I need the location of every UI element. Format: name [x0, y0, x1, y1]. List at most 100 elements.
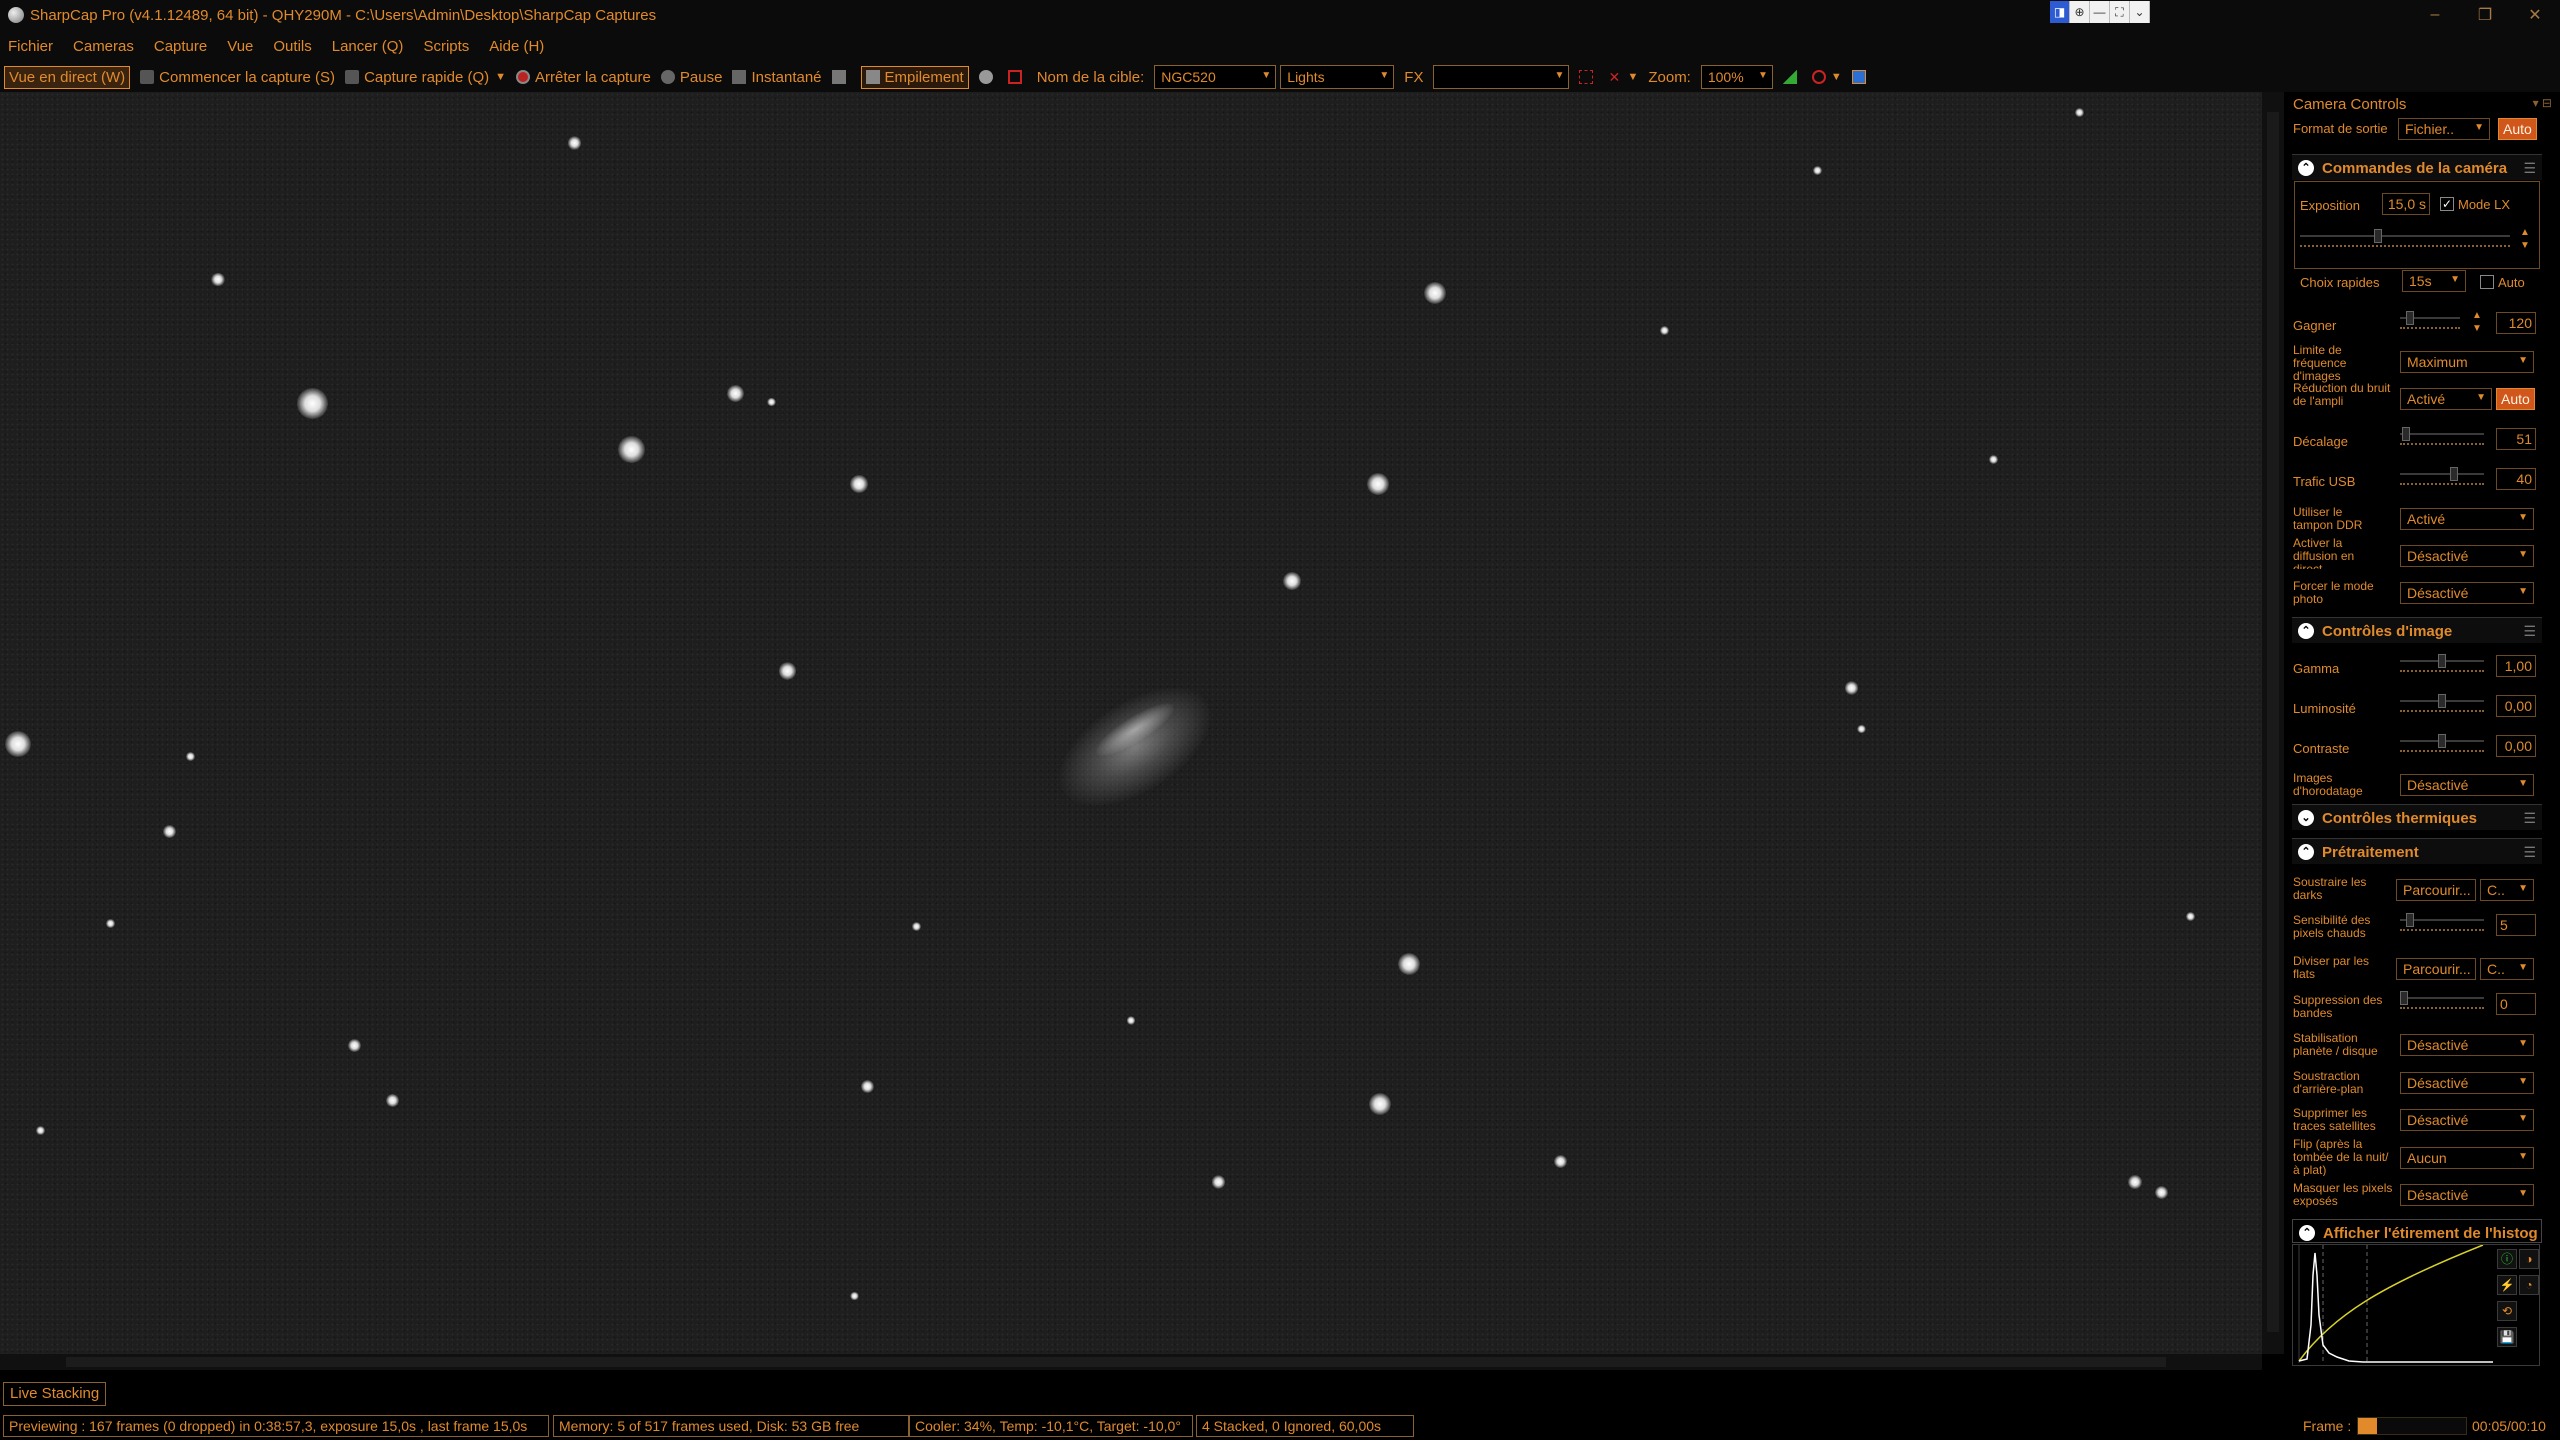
lightning-icon[interactable]: ⚡ — [2497, 1275, 2517, 1295]
horizontal-scroll-thumb[interactable] — [66, 1357, 2166, 1367]
collapse-icon[interactable]: ⌃ — [2298, 844, 2314, 860]
camera-controls-section[interactable]: ⌃ Commandes de la caméra ☰ — [2292, 154, 2542, 180]
hot-pixel-input[interactable]: 5 — [2496, 914, 2536, 936]
histogram-stretch-view[interactable]: ⓘ ◑ ⚡ ◔ ⟲ 💾 — [2292, 1244, 2540, 1366]
flip-select[interactable]: Aucun ▼ — [2400, 1147, 2534, 1169]
telescope-button[interactable] — [1851, 70, 1871, 84]
menu-outils[interactable]: Outils — [273, 38, 311, 55]
tray-fullscreen-icon[interactable]: ⛶ — [2110, 1, 2130, 23]
menu-scripts[interactable]: Scripts — [423, 38, 469, 55]
target-name-combo[interactable]: NGC520 ▼ — [1154, 65, 1277, 89]
flats-browse-button[interactable]: Parcourir... — [2396, 958, 2476, 980]
vertical-scroll-thumb[interactable] — [2267, 112, 2279, 1332]
darks-select[interactable]: C.. ▼ — [2480, 879, 2534, 901]
vertical-scrollbar[interactable] — [2262, 92, 2284, 1354]
crosshair-button[interactable]: ✕ ▼ — [1608, 70, 1638, 84]
exposure-slider[interactable] — [2300, 229, 2510, 247]
contrast-slider[interactable] — [2400, 734, 2484, 752]
start-capture-button[interactable]: Commencer la capture (S) — [140, 69, 335, 86]
output-format-auto-button[interactable]: Auto — [2498, 118, 2537, 140]
maximize-button[interactable]: ❐ — [2460, 0, 2510, 30]
tray-minimize-icon[interactable]: — — [2090, 1, 2110, 23]
info-icon[interactable]: ⓘ — [2497, 1249, 2517, 1269]
photo-mode-select[interactable]: Désactivé ▼ — [2400, 582, 2534, 604]
menu-cameras[interactable]: Cameras — [73, 38, 134, 55]
gamma-input[interactable]: 1,00 — [2496, 655, 2536, 677]
brightness-slider[interactable] — [2400, 694, 2484, 712]
horizontal-scrollbar[interactable] — [0, 1354, 2262, 1370]
satellite-trails-select[interactable]: Désactivé ▼ — [2400, 1109, 2534, 1131]
mask-pixels-select[interactable]: Désactivé ▼ — [2400, 1184, 2534, 1206]
brightness-input[interactable]: 0,00 — [2496, 695, 2536, 717]
histogram-section[interactable]: ⌃ Afficher l'étirement de l'histogr — [2292, 1219, 2542, 1243]
tray-globe-icon[interactable]: ⊕ — [2070, 1, 2090, 23]
histogram-toggle-button[interactable] — [1782, 70, 1802, 84]
save-icon[interactable]: 💾 — [2497, 1327, 2517, 1347]
lx-mode-checkbox[interactable]: ✓ — [2440, 197, 2454, 211]
menu-capture[interactable]: Capture — [154, 38, 207, 55]
live-stream-select[interactable]: Désactivé ▼ — [2400, 545, 2534, 567]
usb-traffic-input[interactable]: 40 — [2496, 468, 2536, 490]
section-menu-icon[interactable]: ☰ — [2523, 844, 2536, 861]
timestamp-select[interactable]: Désactivé ▼ — [2400, 774, 2534, 796]
minimize-button[interactable]: – — [2410, 0, 2460, 30]
amp-noise-select[interactable]: Activé ▼ — [2400, 388, 2492, 410]
frame-type-combo[interactable]: Lights ▼ — [1280, 65, 1395, 89]
banding-input[interactable]: 0 — [2496, 993, 2536, 1015]
lock-icon[interactable]: ◔ — [2519, 1275, 2539, 1295]
chevron-down-icon[interactable]: ▼ — [495, 71, 506, 83]
stop-capture-button[interactable]: Arrêter la capture — [516, 69, 651, 86]
gamma-slider[interactable] — [2400, 654, 2484, 672]
stacking-button[interactable]: Empilement — [860, 65, 969, 89]
collapse-icon[interactable]: ⌃ — [2298, 160, 2314, 176]
quick-auto-checkbox[interactable] — [2480, 275, 2494, 289]
collapse-icon[interactable]: ⌃ — [2299, 1225, 2315, 1241]
focus-assist-button[interactable]: ▼ — [1811, 70, 1842, 84]
stabilization-select[interactable]: Désactivé ▼ — [2400, 1034, 2534, 1056]
zoom-combo[interactable]: 100% ▼ — [1700, 65, 1773, 89]
section-menu-icon[interactable]: ☰ — [2523, 623, 2536, 640]
section-menu-icon[interactable]: ☰ — [2523, 160, 2536, 177]
ddr-buffer-select[interactable]: Activé ▼ — [2400, 508, 2534, 530]
offset-slider[interactable] — [2400, 427, 2484, 445]
fps-limit-select[interactable]: Maximum ▼ — [2400, 351, 2534, 373]
pause-button[interactable]: Pause — [660, 69, 722, 86]
section-menu-icon[interactable]: ☰ — [2523, 810, 2536, 827]
banding-slider[interactable] — [2400, 991, 2484, 1009]
image-viewport[interactable] — [0, 92, 2262, 1354]
contrast-input[interactable]: 0,00 — [2496, 735, 2536, 757]
close-button[interactable]: ✕ — [2510, 0, 2560, 30]
snapshot-button[interactable]: Instantané — [732, 69, 822, 86]
quick-capture-button[interactable]: Capture rapide (Q) ▼ — [345, 69, 506, 86]
live-stacking-tab[interactable]: Live Stacking — [3, 1382, 107, 1406]
fx-combo[interactable]: ▼ — [1433, 65, 1570, 89]
tray-dropdown-icon[interactable]: ⌄ — [2130, 1, 2150, 23]
chevron-down-icon[interactable]: ▼ — [1831, 71, 1842, 83]
amp-noise-auto-button[interactable]: Auto — [2496, 388, 2535, 410]
collapse-icon[interactable]: ⌃ — [2298, 623, 2314, 639]
framing-button[interactable] — [1007, 70, 1027, 84]
display-settings-button[interactable] — [831, 70, 851, 84]
hot-pixel-slider[interactable] — [2400, 913, 2484, 931]
quick-choice-select[interactable]: 15s ▼ — [2402, 270, 2466, 292]
contrast-icon[interactable]: ◑ — [2519, 1249, 2539, 1269]
record-dot-button[interactable] — [978, 70, 998, 84]
reset-icon[interactable]: ⟲ — [2497, 1301, 2517, 1321]
chevron-down-icon[interactable]: ▼ — [1627, 71, 1638, 83]
gain-slider[interactable] — [2400, 311, 2460, 329]
output-format-select[interactable]: Fichier.. ▼ — [2398, 118, 2490, 140]
gain-stepper-icon[interactable]: ▲ ▼ — [2472, 309, 2492, 335]
select-area-button[interactable] — [1579, 70, 1598, 84]
image-controls-section[interactable]: ⌃ Contrôles d'image ☰ — [2292, 617, 2542, 643]
darks-browse-button[interactable]: Parcourir... — [2396, 879, 2476, 901]
preprocessing-section[interactable]: ⌃ Prétraitement ☰ — [2292, 838, 2542, 864]
menu-vue[interactable]: Vue — [227, 38, 253, 55]
flats-select[interactable]: C.. ▼ — [2480, 958, 2534, 980]
menu-lancer[interactable]: Lancer (Q) — [332, 38, 404, 55]
exposure-input[interactable]: 15,0 s — [2382, 193, 2430, 215]
menu-fichier[interactable]: Fichier — [8, 38, 53, 55]
gain-input[interactable]: 120 — [2496, 312, 2536, 334]
menu-aide[interactable]: Aide (H) — [489, 38, 544, 55]
tray-app-icon[interactable]: ◨ — [2050, 1, 2070, 23]
thermal-controls-section[interactable]: ⌄ Contrôles thermiques ☰ — [2292, 804, 2542, 830]
